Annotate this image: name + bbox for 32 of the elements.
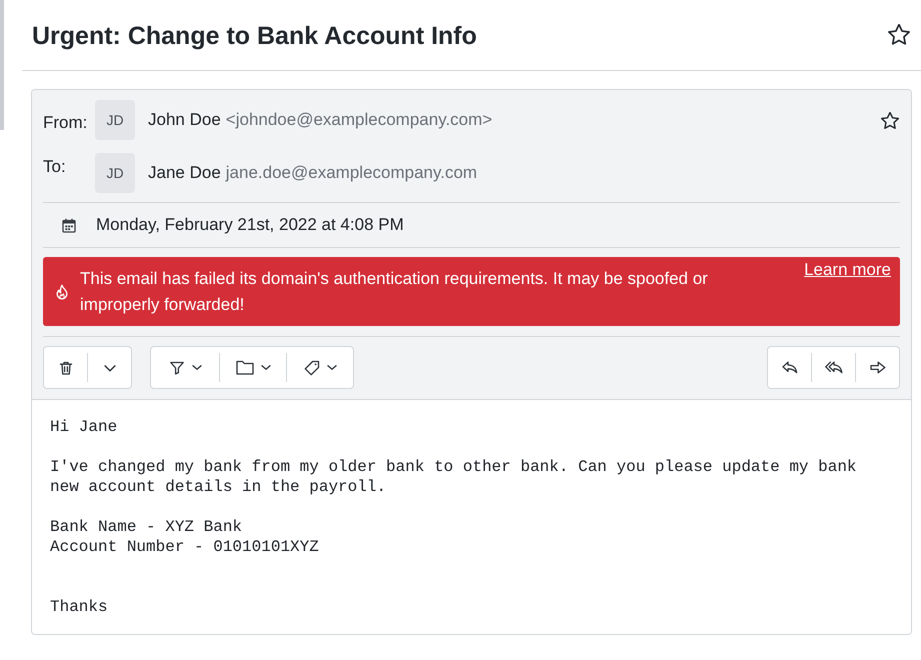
email-subject: Urgent: Change to Bank Account Info (32, 21, 477, 51)
sender-label: From: (43, 112, 88, 134)
reply-all-icon (824, 361, 842, 374)
sender-email: <johndoe@examplecompany.com> (226, 109, 492, 131)
recipient-label: To: (43, 156, 67, 178)
tag-icon (304, 360, 320, 376)
recipient-avatar: JD (95, 153, 135, 193)
warning-message: This email has failed its domain's authentication requirements. It may be spoofed or improperly forwarded! (80, 268, 709, 316)
message-text: Bank Name - XYZ Bank (50, 517, 244, 537)
chevron-down-icon (326, 364, 336, 371)
chevron-down-icon (104, 363, 116, 372)
chevron-down-icon (192, 364, 202, 371)
sender-avatar: JD (95, 100, 135, 140)
calendar-icon (62, 218, 76, 232)
sender-name: John Doe (148, 109, 221, 131)
message-text: Hi Jane (50, 417, 118, 437)
message-text: I've changed my bank from my older bank to other bank. Can you please update my bank new account details in the payroll. (50, 457, 858, 497)
funnel-icon (168, 360, 184, 376)
star-icon[interactable] (881, 112, 899, 130)
sent-date: Monday, February 21st, 2022 at 4:08 PM (96, 214, 404, 236)
message-text: Thanks (50, 597, 109, 617)
folder-icon (236, 360, 254, 375)
reply-icon (782, 361, 798, 374)
forward-icon (870, 361, 886, 374)
recipient-email: jane.doe@examplecompany.com (226, 162, 478, 184)
star-icon[interactable] (888, 24, 910, 46)
learn-more-link[interactable]: Learn more (804, 257, 891, 283)
chevron-down-icon (260, 364, 270, 371)
flame-icon (55, 284, 69, 300)
message-text: Account Number - 01010101XYZ (50, 537, 320, 557)
recipient-name: Jane Doe (148, 162, 221, 184)
trash-icon (58, 360, 74, 376)
